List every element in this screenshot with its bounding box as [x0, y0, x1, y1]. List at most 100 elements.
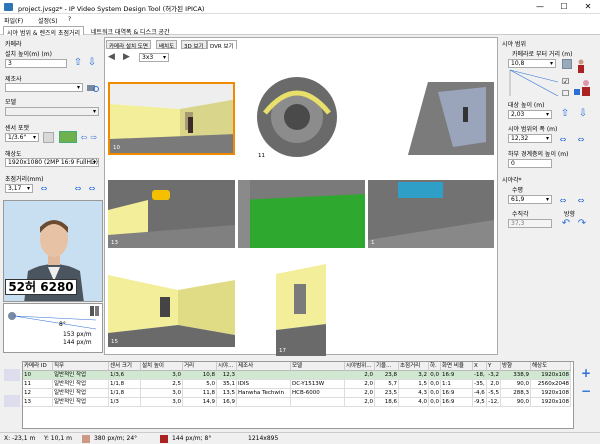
- table-cell[interactable]: 12: [23, 389, 53, 398]
- table-cell[interactable]: Hanwha Techwin: [237, 389, 291, 398]
- lower-boundary-input[interactable]: 0: [508, 159, 552, 168]
- table-cell[interactable]: 11: [23, 380, 53, 389]
- arrow-down-icon[interactable]: ⇩: [87, 58, 97, 68]
- zoom-fit-icon[interactable]: ⇔: [87, 184, 97, 194]
- sensor-format-select[interactable]: 1/3.6": [5, 133, 39, 142]
- column-header[interactable]: 초점거리: [399, 362, 429, 371]
- dvr-cell-12[interactable]: 12: [368, 82, 494, 155]
- tab-3d-view[interactable]: 3D 보기: [181, 40, 207, 50]
- table-cell[interactable]: 16:9: [441, 389, 473, 398]
- column-header[interactable]: 카메라 ID: [23, 362, 53, 371]
- camera-search-icon[interactable]: [87, 83, 99, 93]
- table-cell[interactable]: 2560x2048: [531, 380, 571, 389]
- table-cell[interactable]: 16:9: [441, 371, 473, 380]
- arrow-up-icon[interactable]: ⇧: [73, 58, 83, 68]
- table-cell[interactable]: 10,8: [183, 371, 217, 380]
- tab-floor-plan[interactable]: 배치도: [156, 40, 178, 50]
- table-cell[interactable]: 4,3: [399, 389, 429, 398]
- table-cell[interactable]: 1920x108: [531, 389, 571, 398]
- table-cell[interactable]: 1920x108: [531, 371, 571, 380]
- tab-camera-layout[interactable]: 카메라 설치 도면: [106, 40, 151, 50]
- table-cell[interactable]: 3,2: [399, 371, 429, 380]
- table-cell[interactable]: -18,: [473, 371, 487, 380]
- distance-select[interactable]: 10,8: [508, 59, 556, 68]
- column-header[interactable]: 설치 높이: [141, 362, 183, 371]
- remove-camera-icon[interactable]: −: [581, 384, 591, 398]
- dvr-cell-1[interactable]: 1: [368, 180, 494, 248]
- install-height-input[interactable]: 3: [5, 59, 67, 68]
- table-cell[interactable]: 0,0: [429, 398, 441, 407]
- tab-field-of-view[interactable]: 시야 범위 & 렌즈의 초점거리: [3, 26, 85, 37]
- dvr-cell-11[interactable]: 11: [255, 73, 340, 161]
- grid-tool-camera-icon[interactable]: [4, 369, 20, 381]
- table-cell[interactable]: 4,0: [399, 398, 429, 407]
- table-cell[interactable]: 12,3: [217, 371, 237, 380]
- view-width-select[interactable]: 12,32: [508, 134, 552, 143]
- table-cell[interactable]: 1/3,6: [109, 371, 141, 380]
- target-height-select[interactable]: 2,03: [508, 110, 552, 119]
- checkbox-person[interactable]: ☑: [562, 77, 569, 86]
- dvr-cell-grass[interactable]: [238, 180, 365, 248]
- column-header[interactable]: 시야범위...: [345, 362, 375, 371]
- tab-network-bandwidth[interactable]: 네트워크 대역폭 & 디스크 공간: [88, 26, 173, 36]
- table-cell[interactable]: 1,5: [399, 380, 429, 389]
- table-cell[interactable]: 1/1,8: [109, 380, 141, 389]
- menu-help[interactable]: ?: [68, 16, 71, 23]
- target-person-icon[interactable]: [574, 79, 592, 97]
- horizontal-angle-select[interactable]: 61,9: [508, 195, 552, 204]
- column-header[interactable]: 화면 비율: [441, 362, 473, 371]
- rotate-ccw-icon[interactable]: ↶: [560, 219, 572, 229]
- table-cell[interactable]: 2,5: [141, 380, 183, 389]
- target-up-icon[interactable]: ⇧: [560, 109, 570, 119]
- table-cell[interactable]: -3,2: [487, 371, 501, 380]
- hangle-right-icon[interactable]: ⇔: [576, 196, 586, 206]
- column-header[interactable]: 거리: [183, 362, 217, 371]
- arrow-left-icon[interactable]: ⇦: [79, 133, 89, 143]
- table-cell[interactable]: 2,0: [345, 380, 375, 389]
- maximize-button[interactable]: ☐: [552, 0, 576, 14]
- table-cell[interactable]: 1/3: [109, 398, 141, 407]
- zoom-out-icon[interactable]: ⇔: [73, 184, 83, 194]
- table-cell[interactable]: 338,9: [501, 371, 531, 380]
- column-header[interactable]: 직무: [53, 362, 109, 371]
- dvr-cell-10[interactable]: 10: [108, 82, 235, 155]
- target-down-icon[interactable]: ⇩: [578, 109, 588, 119]
- table-cell[interactable]: 90,0: [501, 398, 531, 407]
- table-cell[interactable]: 일반적인 작업: [53, 380, 109, 389]
- dvr-cell-15[interactable]: 15: [108, 275, 235, 347]
- layout-select[interactable]: 3x3: [139, 53, 169, 62]
- next-page-icon[interactable]: ▶: [123, 52, 130, 62]
- table-cell[interactable]: 3,0: [141, 398, 183, 407]
- menu-settings[interactable]: 설정(S): [38, 16, 58, 25]
- column-header[interactable]: 제조사: [237, 362, 291, 371]
- manufacturer-select[interactable]: [5, 83, 83, 92]
- column-header[interactable]: Y: [487, 362, 501, 371]
- table-cell[interactable]: 1/1,8: [109, 389, 141, 398]
- table-cell[interactable]: 5,0: [183, 380, 217, 389]
- table-cell[interactable]: 16,9: [217, 398, 237, 407]
- table-cell[interactable]: 90,0: [501, 380, 531, 389]
- column-header[interactable]: 모델: [291, 362, 345, 371]
- vertical-angle-input[interactable]: 37,3: [508, 219, 552, 228]
- picture-icon[interactable]: [59, 131, 77, 143]
- width-left-icon[interactable]: ⇔: [558, 135, 568, 145]
- table-cell[interactable]: 2,0: [487, 380, 501, 389]
- hangle-left-icon[interactable]: ⇔: [558, 196, 568, 206]
- minimize-button[interactable]: —: [528, 0, 552, 14]
- column-header[interactable]: 방향: [501, 362, 531, 371]
- column-header[interactable]: 하.: [429, 362, 441, 371]
- column-header[interactable]: 시야...: [217, 362, 237, 371]
- table-cell[interactable]: 0,0: [429, 371, 441, 380]
- table-cell[interactable]: [237, 398, 291, 407]
- width-right-icon[interactable]: ⇔: [576, 135, 586, 145]
- table-cell[interactable]: 35,1: [217, 380, 237, 389]
- table-cell[interactable]: 13,5: [217, 389, 237, 398]
- person-icon[interactable]: [576, 59, 586, 73]
- zoom-in-icon[interactable]: ⇔: [39, 184, 49, 194]
- table-cell[interactable]: IDIS: [237, 380, 291, 389]
- table-cell[interactable]: 23,5: [375, 389, 399, 398]
- table-cell[interactable]: 18,6: [375, 398, 399, 407]
- table-cell[interactable]: 13: [23, 398, 53, 407]
- table-cell[interactable]: 288,3: [501, 389, 531, 398]
- table-cell[interactable]: [291, 371, 345, 380]
